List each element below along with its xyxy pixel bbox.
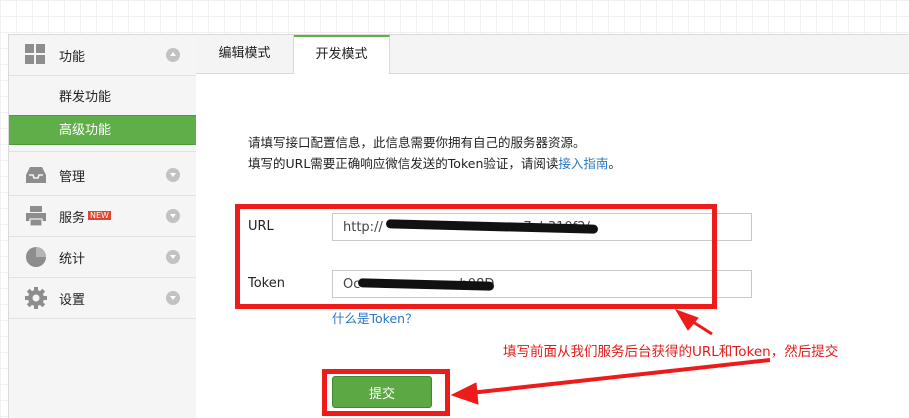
description-text: 填写的URL需要正确响应微信发送的Token验证，请阅读 xyxy=(248,156,559,171)
sidebar-section-settings[interactable]: 设置 xyxy=(9,278,197,318)
annotation-text: 填写前面从我们服务后台获得的URL和Token，然后提交 xyxy=(503,344,839,360)
sidebar-section-label: 功能 xyxy=(59,50,86,65)
chevron-down-icon[interactable] xyxy=(166,291,180,305)
chevron-down-icon[interactable] xyxy=(166,209,180,223)
sidebar-section-label: 统计 xyxy=(59,252,86,267)
sidebar-item-label: 高级功能 xyxy=(59,123,112,138)
sidebar: 功能 群发功能 高级功能 管理 服务 NEW 统计 设置 xyxy=(8,34,198,418)
new-badge: NEW xyxy=(88,211,111,220)
sidebar-section-label-text: 服务 xyxy=(59,211,86,226)
tab-developer-mode[interactable]: 开发模式 xyxy=(294,35,390,74)
highlight-box-submit xyxy=(322,369,450,416)
chevron-down-icon[interactable] xyxy=(166,250,180,264)
grid-icon xyxy=(25,44,47,66)
pie-chart-icon xyxy=(25,246,47,268)
sidebar-item-advanced[interactable]: 高级功能 xyxy=(9,115,197,145)
what-is-token-link[interactable]: 什么是Token？ xyxy=(332,308,418,327)
gear-icon xyxy=(25,287,47,309)
chevron-down-icon[interactable] xyxy=(166,168,180,182)
description-line-2: 填写的URL需要正确响应微信发送的Token验证，请阅读接入指南。 xyxy=(248,153,621,172)
sidebar-section-service[interactable]: 服务 NEW xyxy=(9,196,197,236)
printer-icon xyxy=(25,205,47,227)
access-guide-link[interactable]: 接入指南 xyxy=(558,156,608,171)
sidebar-section-manage[interactable]: 管理 xyxy=(9,155,197,195)
divider xyxy=(9,75,197,76)
sidebar-item-mass-send[interactable]: 群发功能 xyxy=(9,83,197,113)
sidebar-section-label: 服务 NEW xyxy=(59,207,111,226)
sidebar-section-stats[interactable]: 统计 xyxy=(9,237,197,277)
tab-edit-mode[interactable]: 编辑模式 xyxy=(196,35,294,73)
divider xyxy=(9,151,197,152)
inbox-icon xyxy=(25,164,47,186)
sidebar-section-label: 管理 xyxy=(59,170,86,185)
sidebar-section-features[interactable]: 功能 xyxy=(9,35,197,75)
description-suffix: 。 xyxy=(608,156,621,171)
tab-bar: 编辑模式 开发模式 xyxy=(196,35,909,74)
description-line-1: 请填写接口配置信息，此信息需要你拥有自己的服务器资源。 xyxy=(248,135,586,150)
chevron-up-icon[interactable] xyxy=(166,48,180,62)
highlight-box-fields xyxy=(235,204,717,309)
divider xyxy=(9,318,197,319)
sidebar-section-label: 设置 xyxy=(59,293,86,308)
sidebar-item-label: 群发功能 xyxy=(59,90,112,105)
